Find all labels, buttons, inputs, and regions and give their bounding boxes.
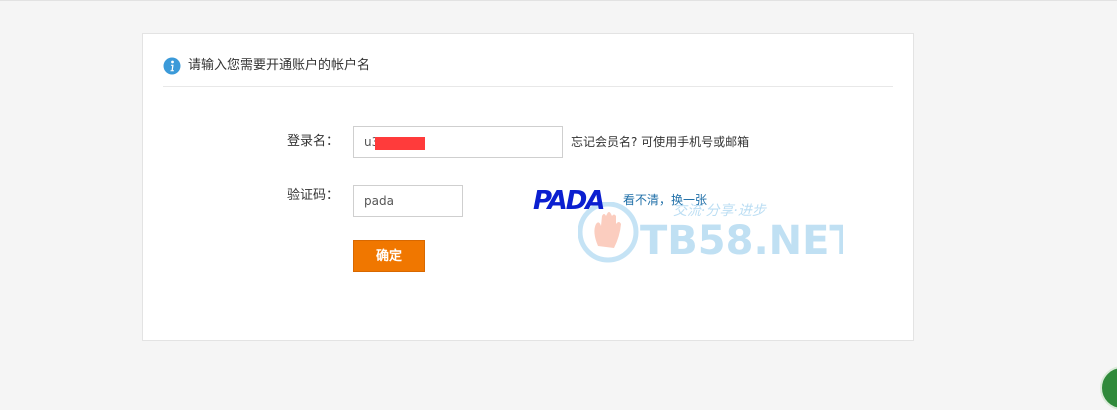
corner-widget[interactable] bbox=[1100, 366, 1117, 410]
account-panel: 请输入您需要开通账户的帐户名 登录名： 忘记会员名? 可使用手机号或邮箱 验证码… bbox=[142, 33, 914, 341]
username-label: 登录名： bbox=[287, 134, 340, 149]
panel-header: 请输入您需要开通账户的帐户名 bbox=[163, 52, 893, 87]
captcha-text: PADA bbox=[533, 186, 604, 216]
captcha-label: 验证码： bbox=[287, 188, 340, 203]
info-icon bbox=[163, 57, 181, 75]
username-hint: 忘记会员名? 可使用手机号或邮箱 bbox=[571, 135, 750, 149]
captcha-input[interactable] bbox=[353, 185, 463, 217]
watermark-logo: TB58.NET 交流·分享·进步 bbox=[578, 202, 843, 264]
page-title: 请输入您需要开通账户的帐户名 bbox=[188, 58, 371, 73]
captcha-image[interactable]: PADA bbox=[531, 181, 609, 217]
redaction-mark bbox=[375, 137, 425, 150]
submit-button[interactable]: 确定 bbox=[353, 240, 425, 272]
top-border bbox=[0, 0, 1117, 1]
refresh-captcha-link[interactable]: 看不清，换一张 bbox=[623, 192, 707, 208]
watermark-brand: TB58.NET bbox=[640, 218, 843, 264]
